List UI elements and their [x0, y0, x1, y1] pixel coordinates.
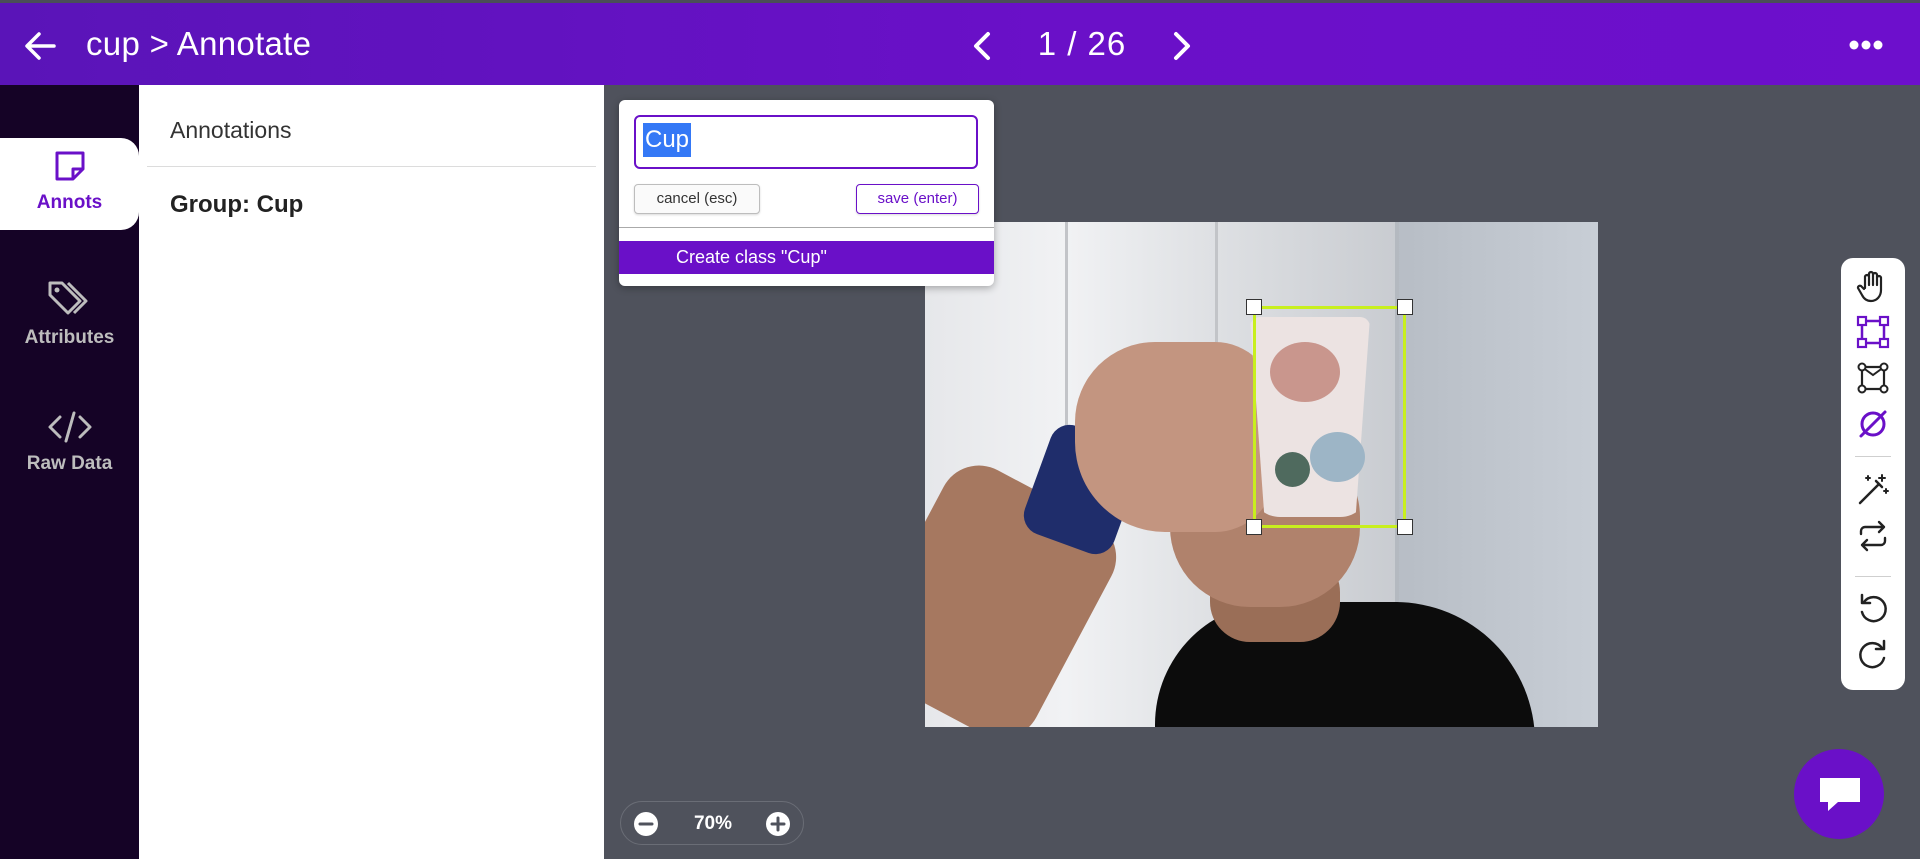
- next-image-button[interactable]: [1166, 27, 1198, 65]
- panel-title: Annotations: [170, 117, 292, 143]
- save-button[interactable]: save (enter): [856, 184, 979, 214]
- rail-item-attributes[interactable]: Attributes: [0, 275, 139, 365]
- bounding-box-icon[interactable]: [1855, 314, 1891, 350]
- divider: [619, 227, 994, 228]
- redo-icon[interactable]: [1855, 636, 1891, 672]
- tools-toolbar: [1841, 258, 1905, 690]
- resize-handle[interactable]: [1397, 519, 1413, 535]
- more-options-icon[interactable]: [1846, 33, 1886, 57]
- sticky-note-icon: [55, 151, 84, 181]
- toolbar-divider: [1855, 456, 1891, 457]
- create-class-option[interactable]: Create class "Cup": [619, 241, 994, 274]
- annotations-panel: Annotations Group: Cup: [139, 85, 604, 859]
- polygon-icon[interactable]: [1855, 360, 1891, 396]
- code-icon: [48, 411, 91, 443]
- left-nav-rail: Annots Attributes Raw Data: [0, 85, 139, 859]
- annotation-group[interactable]: Group: Cup: [170, 191, 303, 219]
- top-bar: cup > Annotate 1 / 26: [0, 0, 1920, 85]
- hand-pan-icon[interactable]: [1855, 268, 1891, 304]
- class-label-popup: Cup cancel (esc) save (enter) Create cla…: [619, 100, 994, 286]
- resize-handle[interactable]: [1246, 519, 1262, 535]
- previous-image-button[interactable]: [966, 27, 998, 65]
- photo-hand: [1075, 342, 1275, 532]
- tags-icon: [48, 281, 87, 315]
- zoom-in-button[interactable]: [766, 812, 790, 836]
- toolbar-divider: [1855, 576, 1891, 577]
- resize-handle[interactable]: [1397, 299, 1413, 315]
- swap-icon[interactable]: [1855, 518, 1891, 554]
- rail-item-label: Raw Data: [26, 453, 113, 474]
- rail-item-annots[interactable]: Annots: [0, 138, 139, 230]
- selected-input-text: Cup: [643, 123, 692, 157]
- chat-bubble-icon: [1820, 778, 1860, 811]
- image-pager: 1 / 26: [1037, 25, 1127, 62]
- cancel-button[interactable]: cancel (esc): [634, 184, 760, 214]
- page-title: cup > Annotate: [86, 25, 312, 62]
- zoom-out-button[interactable]: [634, 812, 658, 836]
- chat-support-button[interactable]: [1794, 749, 1884, 839]
- bounding-box[interactable]: [1246, 299, 1413, 535]
- resize-handle[interactable]: [1246, 299, 1262, 315]
- no-class-icon[interactable]: [1855, 406, 1891, 442]
- rail-item-label: Attributes: [24, 327, 115, 348]
- undo-icon[interactable]: [1855, 590, 1891, 626]
- rail-item-label: Annots: [36, 192, 103, 213]
- back-arrow-icon[interactable]: [22, 27, 60, 65]
- divider: [147, 166, 596, 167]
- zoom-control: 70%: [620, 801, 804, 845]
- zoom-level: 70%: [693, 813, 733, 834]
- magic-wand-icon[interactable]: [1855, 472, 1891, 508]
- rail-item-raw-data[interactable]: Raw Data: [0, 403, 139, 493]
